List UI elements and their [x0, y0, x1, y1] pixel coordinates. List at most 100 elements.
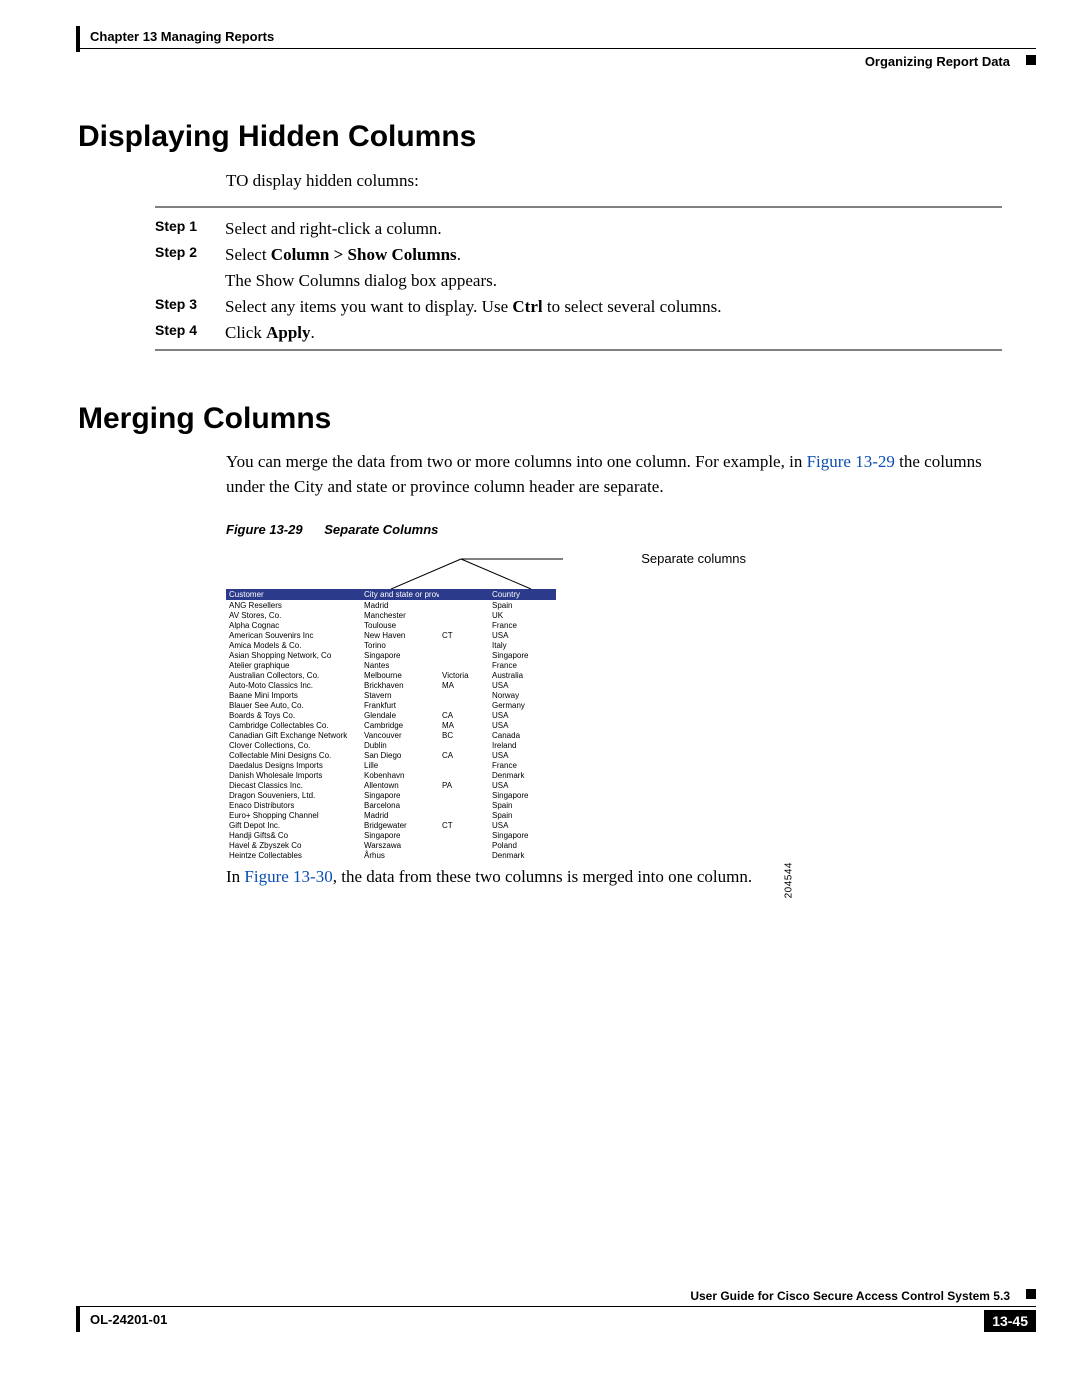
table-cell: France	[489, 760, 556, 770]
table-cell: Gift Depot Inc.	[226, 820, 361, 830]
table-row: Gift Depot Inc.BridgewaterCTUSA	[226, 820, 556, 830]
link-figure-13-29[interactable]: Figure 13-29	[807, 452, 895, 471]
table-cell: CT	[439, 630, 489, 640]
table-cell: Germany	[489, 700, 556, 710]
table-cell: Auto-Moto Classics Inc.	[226, 680, 361, 690]
table-row: Atelier graphiqueNantesFrance	[226, 660, 556, 670]
table-row: Amica Models & Co.Torino Italy	[226, 640, 556, 650]
table-cell: PA	[439, 780, 489, 790]
callout-pointer	[391, 551, 566, 585]
step-label: Step 2	[155, 244, 225, 260]
table-cell: Boards & Toys Co.	[226, 710, 361, 720]
table-cell: Allentown	[361, 780, 439, 790]
table-cell: Spain	[489, 600, 556, 610]
table-row: Alpha CognacToulouseFrance	[226, 620, 556, 630]
table-cell: Collectable Mini Designs Co.	[226, 750, 361, 760]
table-cell	[439, 840, 489, 850]
table-cell: Torino	[361, 640, 439, 650]
table-cell: Euro+ Shopping Channel	[226, 810, 361, 820]
table-cell: France	[489, 660, 556, 670]
step-row: The Show Columns dialog box appears.	[155, 270, 975, 293]
table-cell: Asian Shopping Network, Co	[226, 650, 361, 660]
table-cell: AV Stores, Co.	[226, 610, 361, 620]
footer-rule	[76, 1306, 1036, 1307]
postfig-pre: In	[226, 867, 244, 886]
table-cell: Singapore	[489, 650, 556, 660]
table-row: Diecast Classics Inc.AllentownPAUSA	[226, 780, 556, 790]
step-label: Step 4	[155, 322, 225, 338]
table-cell	[439, 770, 489, 780]
table-cell: Frankfurt	[361, 700, 439, 710]
table-cell: Alpha Cognac	[226, 620, 361, 630]
table-cell: BC	[439, 730, 489, 740]
step-text: Select any items you want to display. Us…	[225, 296, 965, 319]
table-cell: Australian Collectors, Co.	[226, 670, 361, 680]
table-cell: Havel & Zbyszek Co	[226, 840, 361, 850]
table-cell: Enaco Distributors	[226, 800, 361, 810]
table-cell: Dragon Souveniers, Ltd.	[226, 790, 361, 800]
table-cell: USA	[489, 710, 556, 720]
table-row: Baane Mini ImportsStavernNorway	[226, 690, 556, 700]
table-cell: MA	[439, 720, 489, 730]
table-cell: Danish Wholesale Imports	[226, 770, 361, 780]
table-cell: USA	[489, 720, 556, 730]
step-row: Step 3Select any items you want to displ…	[155, 296, 975, 319]
table-cell: Vancouver	[361, 730, 439, 740]
figure-caption: Figure 13-29 Separate Columns	[226, 522, 438, 537]
table-cell: USA	[489, 630, 556, 640]
table-cell: Diecast Classics Inc.	[226, 780, 361, 790]
table-cell: Barcelona	[361, 800, 439, 810]
table-cell: Amica Models & Co.	[226, 640, 361, 650]
table-cell: Kobenhavn	[361, 770, 439, 780]
step-text: Select and right-click a column.	[225, 218, 965, 241]
table-row: Euro+ Shopping ChannelMadridSpain	[226, 810, 556, 820]
footer-doc-id: OL-24201-01	[90, 1312, 167, 1327]
table-cell: CA	[439, 710, 489, 720]
table-body: ANG ResellersMadridSpainAV Stores, Co. Ma…	[226, 600, 556, 860]
table-cell: Handji Gifts& Co	[226, 830, 361, 840]
table-row: ANG ResellersMadridSpain	[226, 600, 556, 610]
table-cell: Victoria	[439, 670, 489, 680]
table-cell: Cambridge	[361, 720, 439, 730]
table-cell: Italy	[489, 640, 556, 650]
table-cell: Warszawa	[361, 840, 439, 850]
table-cell: American Souvenirs Inc	[226, 630, 361, 640]
header-chapter: Chapter 13 Managing Reports	[90, 29, 274, 44]
table-row: Danish Wholesale ImportsKobenhavnDenmark	[226, 770, 556, 780]
table-cell: New Haven	[361, 630, 439, 640]
table-row: Australian Collectors, Co.MelbourneVicto…	[226, 670, 556, 680]
table-cell: Canada	[489, 730, 556, 740]
sample-table: CustomerCity and state or provinceCountr…	[226, 589, 556, 860]
table-row: Enaco DistributorsBarcelonaSpain	[226, 800, 556, 810]
post-figure-text: In Figure 13-30, the data from these two…	[226, 866, 986, 889]
table-cell: USA	[489, 750, 556, 760]
table-row: Auto-Moto Classics Inc.BrickhavenMAUSA	[226, 680, 556, 690]
footer-guide: User Guide for Cisco Secure Access Contr…	[690, 1289, 1010, 1303]
table-cell: Århus	[361, 850, 439, 860]
link-figure-13-30[interactable]: Figure 13-30	[244, 867, 332, 886]
table-cell: Denmark	[489, 850, 556, 860]
table-cell	[439, 850, 489, 860]
table-cell: UK	[489, 610, 556, 620]
table-cell: Madrid	[361, 810, 439, 820]
table-cell: Singapore	[489, 830, 556, 840]
table-cell	[439, 790, 489, 800]
table-cell	[439, 640, 489, 650]
table-cell: Clover Collections, Co.	[226, 740, 361, 750]
figure-13-29: Separate columns CustomerCity and state …	[226, 545, 656, 860]
table-header-cell: Customer	[226, 589, 361, 600]
table-cell: MA	[439, 680, 489, 690]
table-row: Collectable Mini Designs Co.San DiegoCAU…	[226, 750, 556, 760]
table-row: Clover Collections, Co.DublinIreland	[226, 740, 556, 750]
callout-label: Separate columns	[641, 551, 746, 566]
table-cell	[439, 700, 489, 710]
step-label: Step 1	[155, 218, 225, 234]
table-row: Blauer See Auto, Co.FrankfurtGermany	[226, 700, 556, 710]
table-cell: Singapore	[489, 790, 556, 800]
table-cell	[439, 830, 489, 840]
steps-rule-bottom	[155, 349, 1002, 351]
footer-page-number: 13-45	[984, 1310, 1036, 1332]
table-row: Daedalus Designs ImportsLilleFrance	[226, 760, 556, 770]
table-cell: USA	[489, 680, 556, 690]
table-cell	[439, 690, 489, 700]
